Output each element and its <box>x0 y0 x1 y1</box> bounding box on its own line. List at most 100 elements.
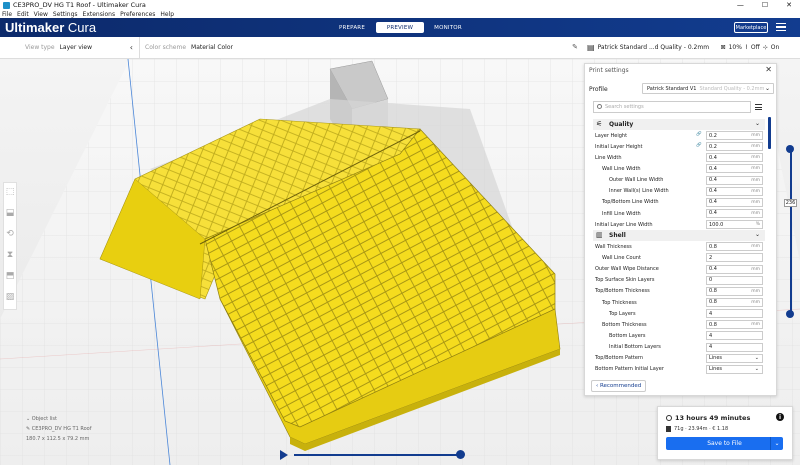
menu-preferences[interactable]: Preferences <box>120 11 155 18</box>
play-icon[interactable] <box>280 450 288 460</box>
profile-dropdown[interactable]: Patrick Standard V1 Standard Quality - 0.… <box>642 83 774 94</box>
menu-extensions[interactable]: Extensions <box>83 11 116 18</box>
setting-input[interactable]: 0.8 mm <box>706 286 763 296</box>
setting-row: Top Layers 4 <box>593 308 765 319</box>
layer-slider-top-handle[interactable] <box>786 145 794 153</box>
minimize-button[interactable]: — <box>737 1 744 9</box>
menu-help[interactable]: Help <box>160 11 174 18</box>
link-icon[interactable]: 🔗 <box>696 132 702 137</box>
color-scheme-selector[interactable]: Color scheme Material Color ✎ <box>140 37 583 58</box>
per-model-settings-icon[interactable]: ⬒ <box>5 270 15 282</box>
tab-preview[interactable]: PREVIEW <box>376 22 424 33</box>
path-slider-track[interactable] <box>294 454 464 456</box>
setting-dropdown[interactable]: Lines ⌄ <box>706 353 763 363</box>
menu-edit[interactable]: Edit <box>17 11 29 18</box>
setting-row: Top/Bottom Pattern Lines ⌄ <box>593 353 765 364</box>
setting-input[interactable]: 100.0% <box>706 220 763 230</box>
print-settings-summary[interactable]: ▤ Patrick Standard ...d Quality - 0.2mm … <box>583 37 800 59</box>
setting-label: Bottom Thickness <box>602 321 647 328</box>
info-icon[interactable]: i <box>776 413 784 421</box>
setting-input[interactable]: 0.4 mm <box>706 208 763 218</box>
print-settings-panel: Print settings ✕ Profile Patrick Standar… <box>584 63 777 396</box>
setting-label: Wall Line Width <box>602 165 641 172</box>
setting-input[interactable]: 0.4 mm <box>706 153 763 163</box>
setting-row: Top Surface Skin Layers 0 <box>593 275 765 286</box>
infill-icon: ⊠ <box>720 44 726 51</box>
category-label: Shell <box>609 232 626 240</box>
tab-prepare[interactable]: PREPARE <box>328 22 376 33</box>
settings-scrollbar[interactable] <box>768 117 771 149</box>
save-to-file-button[interactable]: Save to File <box>666 437 783 450</box>
layer-path-player <box>280 449 465 461</box>
setting-row: Wall Thickness 0.8 mm <box>593 241 765 252</box>
menu-settings[interactable]: Settings <box>53 11 78 18</box>
setting-input[interactable]: 0.4 mm <box>706 186 763 196</box>
object-list-toggle[interactable]: ⌄ Object list <box>26 414 92 424</box>
setting-input[interactable]: 4 <box>706 331 763 341</box>
object-dimensions: 180.7 x 112.5 x 79.2 mm <box>26 436 90 442</box>
category-quality[interactable]: ⚟ Quality ⌄ <box>593 119 765 130</box>
setting-dropdown[interactable]: Lines ⌄ <box>706 364 763 374</box>
chevron-down-icon: ⌄ <box>754 355 759 362</box>
setting-row: Infill Line Width 0.4 mm <box>593 208 765 219</box>
setting-label: Bottom Pattern Initial Layer <box>595 366 664 373</box>
setting-input[interactable]: 0.4 mm <box>706 164 763 174</box>
menu-view[interactable]: View <box>34 11 48 18</box>
chevron-down-icon[interactable]: ⌄ <box>755 231 760 238</box>
spool-icon <box>666 426 671 432</box>
menu-file[interactable]: File <box>2 11 12 18</box>
setting-label: Top/Bottom Pattern <box>595 355 644 362</box>
setting-input[interactable]: 4 <box>706 309 763 319</box>
support-blocker-icon[interactable]: ▨ <box>5 291 15 303</box>
setting-input[interactable]: 2 <box>706 253 763 263</box>
shell-category-icon: ▥ <box>596 231 603 240</box>
pencil-icon[interactable]: ✎ <box>572 43 578 51</box>
setting-input[interactable]: 0.4 mm <box>706 197 763 207</box>
marketplace-button[interactable]: Marketplace <box>734 22 768 33</box>
hamburger-menu-icon[interactable] <box>776 23 786 32</box>
view-type-selector[interactable]: View type Layer view ‹ <box>0 37 140 58</box>
setting-input[interactable]: 0 <box>706 275 763 285</box>
setting-label: Inner Wall(s) Line Width <box>609 188 669 195</box>
tab-monitor[interactable]: MONITOR <box>424 22 472 33</box>
layer-slider-track[interactable] <box>790 148 792 316</box>
chevron-down-icon: ⌄ <box>754 366 759 373</box>
move-tool-icon[interactable]: ⬚ <box>5 186 15 198</box>
setting-input[interactable]: 0.8 mm <box>706 297 763 307</box>
chevron-left-icon[interactable]: ‹ <box>130 43 133 52</box>
recommended-button[interactable]: ‹ Recommended <box>591 380 646 392</box>
chevron-down-icon[interactable]: ⌄ <box>755 120 760 127</box>
setting-row: Wall Line Count 2 <box>593 252 765 263</box>
setting-input[interactable]: 0.4 mm <box>706 175 763 185</box>
settings-visibility-menu-icon[interactable] <box>755 104 762 112</box>
layer-slider-bottom-handle[interactable] <box>786 310 794 318</box>
app-header: Ultimaker Cura PREPARE PREVIEW MONITOR M… <box>0 18 800 37</box>
mirror-tool-icon[interactable]: ⧗ <box>5 249 15 261</box>
brand-logo: Ultimaker Cura <box>5 20 97 35</box>
setting-input[interactable]: 0.4 mm <box>706 264 763 274</box>
summary-support: Off <box>750 44 760 51</box>
rotate-tool-icon[interactable]: ⟲ <box>5 228 15 240</box>
setting-input[interactable]: 0.8 mm <box>706 242 763 252</box>
setting-input[interactable]: 0.8 mm <box>706 320 763 330</box>
layer-slider: 236 <box>784 145 797 318</box>
category-label: Quality <box>609 121 634 128</box>
scale-tool-icon[interactable]: ⬓ <box>5 207 15 219</box>
setting-label: Wall Thickness <box>595 243 632 250</box>
layer-number-input[interactable]: 236 <box>784 199 797 207</box>
path-slider-handle[interactable] <box>456 450 465 459</box>
setting-label: Top Surface Skin Layers <box>595 277 655 284</box>
close-icon[interactable]: ✕ <box>765 65 772 74</box>
summary-infill: 10% <box>728 44 742 51</box>
setting-label: Outer Wall Line Width <box>609 177 664 184</box>
setting-input[interactable]: 4 <box>706 342 763 352</box>
category-shell[interactable]: ▥ Shell ⌄ <box>593 230 765 242</box>
search-settings-input[interactable]: Search settings <box>593 101 751 113</box>
object-info: ⌄ Object list ✎ CE3PRO_DV HG T1 Roof 180… <box>26 414 92 444</box>
link-icon[interactable]: 🔗 <box>696 143 702 148</box>
close-window-button[interactable]: ✕ <box>786 1 792 9</box>
maximize-button[interactable]: ☐ <box>762 1 768 9</box>
setting-input[interactable]: 0.2 mm <box>706 142 763 152</box>
save-options-chevron-icon[interactable]: ⌄ <box>770 437 783 450</box>
setting-input[interactable]: 0.2 mm <box>706 131 763 140</box>
